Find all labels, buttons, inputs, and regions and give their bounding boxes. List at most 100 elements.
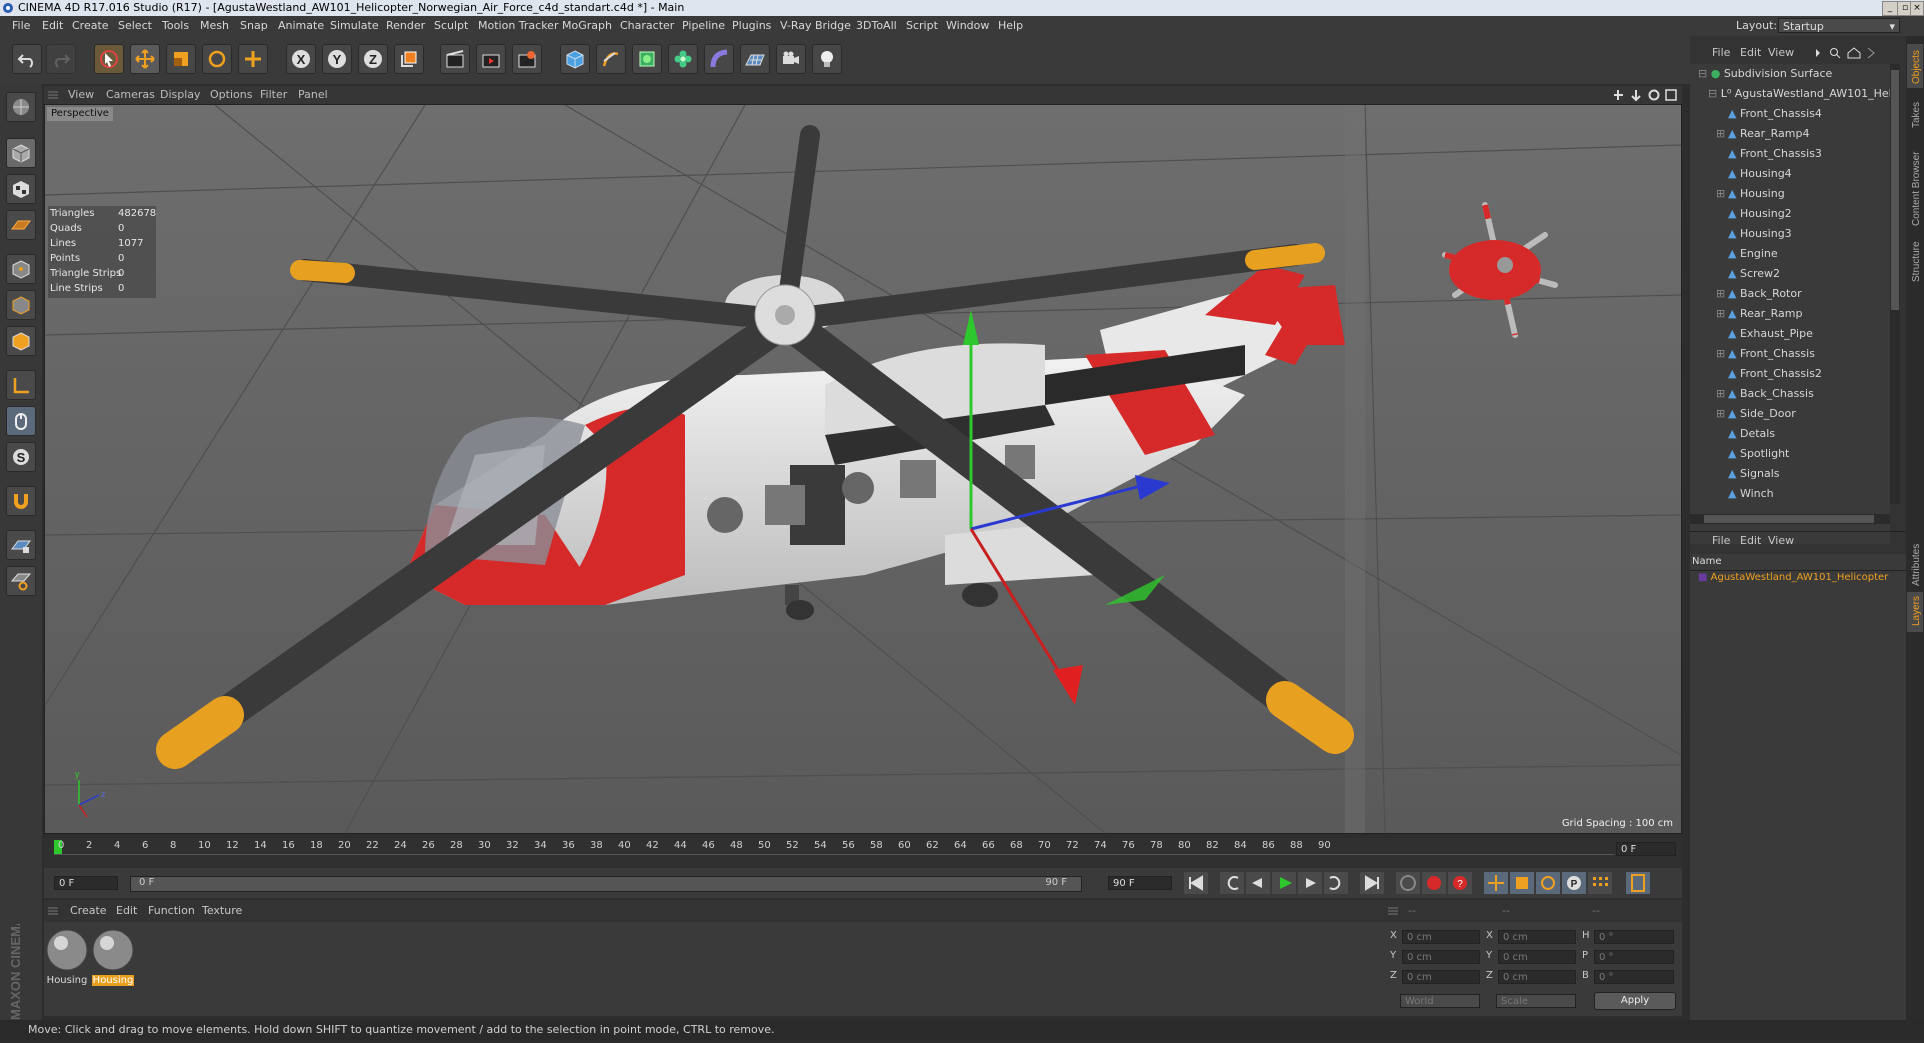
coordinate-mode-dropdown[interactable]: World [1400, 994, 1480, 1008]
tree-item-helicopter-group[interactable]: ⊟ L⁰ AgustaWestland_AW101_Helico [1708, 84, 1890, 104]
polygons-mode-button[interactable] [6, 326, 36, 356]
tree-item[interactable]: ⊞ ▲ Housing [1716, 184, 1890, 204]
expand-icon[interactable]: ⊞ [1716, 384, 1728, 404]
menu-sculpt[interactable]: Sculpt [434, 16, 468, 36]
redo-button[interactable] [46, 44, 76, 74]
om-menu-edit[interactable]: Edit [1740, 44, 1761, 62]
viewport-nav-icons[interactable] [1614, 88, 1678, 102]
minimize-button[interactable]: _ [1882, 1, 1898, 16]
current-frame-field[interactable]: 0 F [1616, 842, 1676, 856]
position-x-field[interactable]: 0 cm [1402, 930, 1480, 944]
tree-item[interactable]: ▲ Spotlight [1716, 444, 1890, 464]
tab-takes[interactable]: Takes [1911, 102, 1922, 128]
tab-objects[interactable]: Objects [1911, 50, 1922, 84]
menu-script[interactable]: Script [906, 16, 938, 36]
add-mograph-button[interactable] [668, 44, 698, 74]
lock-workplane-button[interactable] [6, 530, 36, 560]
menu-select[interactable]: Select [118, 16, 152, 36]
undo-button[interactable] [12, 44, 42, 74]
menu-motion-tracker[interactable]: Motion Tracker [478, 16, 558, 36]
menu-plugins[interactable]: Plugins [732, 16, 771, 36]
add-deformer-button[interactable] [704, 44, 734, 74]
scale-tool-button[interactable] [166, 44, 196, 74]
mm-menu-texture[interactable]: Texture [202, 904, 242, 917]
recent-tool-button[interactable] [238, 44, 268, 74]
menu-simulate[interactable]: Simulate [330, 16, 379, 36]
tree-item-subdivision-surface[interactable]: ⊟ ● Subdivision Surface [1698, 64, 1890, 84]
move-tool-button[interactable] [130, 44, 160, 74]
frame-range-slider[interactable]: 0 F 90 F [130, 876, 1082, 892]
om-horizontal-scrollbar[interactable] [1690, 514, 1890, 524]
timeline[interactable]: 0 2 4 6 8 10 12 14 16 18 20 22 24 26 28 30 32 34 36 38 40 42 4… [44, 838, 1682, 868]
end-frame-field[interactable]: 90 F [1108, 876, 1172, 890]
workplane-mode-button[interactable] [6, 210, 36, 240]
tree-item[interactable]: ▲ Housing3 [1716, 224, 1890, 244]
tree-item[interactable]: ⊞ ▲ Back_Rotor [1716, 284, 1890, 304]
rotation-h-field[interactable]: 0 ° [1594, 930, 1674, 944]
menu-animate[interactable]: Animate [278, 16, 324, 36]
tree-item[interactable]: ▲ Housing2 [1716, 204, 1890, 224]
x-axis-button[interactable]: X [286, 44, 316, 74]
tree-item[interactable]: ▲ Housing4 [1716, 164, 1890, 184]
layout-dropdown[interactable]: Startup ▾ [1778, 18, 1900, 33]
add-light-button[interactable] [812, 44, 842, 74]
menu-window[interactable]: Window [946, 16, 989, 36]
tree-item[interactable]: ▲ Engine [1716, 244, 1890, 264]
menu-mograph[interactable]: MoGraph [562, 16, 612, 36]
tweak-mode-button[interactable] [6, 406, 36, 436]
object-tree[interactable]: ⊟ ● Subdivision Surface ⊟ L⁰ AgustaWestl… [1690, 64, 1890, 544]
add-generator-button[interactable] [632, 44, 662, 74]
tree-item[interactable]: ▲ Front_Chassis3 [1716, 144, 1890, 164]
render-settings-button[interactable] [512, 44, 542, 74]
size-mode-dropdown[interactable]: Scale [1496, 994, 1576, 1008]
points-mode-button[interactable] [6, 254, 36, 284]
layer-row[interactable]: ■ AgustaWestland_AW101_Helicopter [1698, 572, 1888, 583]
tree-item[interactable]: ▲ Front_Chassis2 [1716, 364, 1890, 384]
menu-file[interactable]: File [12, 16, 30, 36]
om-menu-view[interactable]: View [1768, 44, 1794, 62]
tree-item[interactable]: ▲ Signals [1716, 464, 1890, 484]
tree-item[interactable]: ⊞ ▲ Back_Chassis [1716, 384, 1890, 404]
live-selection-button[interactable] [94, 44, 124, 74]
close-button[interactable]: × [1910, 1, 1924, 16]
tree-item[interactable]: ⊞ ▲ Rear_Ramp4 [1716, 124, 1890, 144]
rotate-tool-button[interactable] [202, 44, 232, 74]
tree-item[interactable]: ▲ Winch [1716, 484, 1890, 504]
lm-menu-file[interactable]: File [1712, 532, 1730, 550]
tab-attributes[interactable]: Attributes [1911, 544, 1922, 586]
menu-tools[interactable]: Tools [162, 16, 189, 36]
tab-layers[interactable]: Layers [1911, 596, 1922, 626]
tree-item[interactable]: ⊞ ▲ Front_Chassis [1716, 344, 1890, 364]
rotation-p-field[interactable]: 0 ° [1594, 950, 1674, 964]
edges-mode-button[interactable] [6, 290, 36, 320]
tree-item[interactable]: ▲ Screw2 [1716, 264, 1890, 284]
tree-item[interactable]: ▲ Detals [1716, 424, 1890, 444]
viewport-menu-display[interactable]: Display [160, 86, 201, 104]
expand-icon[interactable]: ⊞ [1716, 284, 1728, 304]
viewport-menu-filter[interactable]: Filter [260, 86, 287, 104]
start-frame-field[interactable]: 0 F [54, 876, 118, 890]
viewport-menu-view[interactable]: View [68, 86, 94, 104]
tree-item[interactable]: ▲ Front_Chassis4 [1716, 104, 1890, 124]
enable-snap-button[interactable] [6, 486, 36, 516]
position-y-field[interactable]: 0 cm [1402, 950, 1480, 964]
menu-create[interactable]: Create [72, 16, 109, 36]
om-toolbar-icons[interactable] [1814, 47, 1904, 59]
lm-menu-view[interactable]: View [1768, 532, 1794, 550]
3d-viewport[interactable]: y z Perspective Grid Spacing : 100 cm [44, 104, 1682, 834]
size-x-field[interactable]: 0 cm [1498, 930, 1576, 944]
menu-character[interactable]: Character [620, 16, 674, 36]
expand-icon[interactable]: ⊞ [1716, 404, 1728, 424]
lm-menu-edit[interactable]: Edit [1740, 532, 1761, 550]
mm-menu-function[interactable]: Function [148, 904, 195, 917]
playback-controls[interactable]: ? P [1184, 872, 1674, 894]
add-floor-button[interactable] [740, 44, 770, 74]
size-y-field[interactable]: 0 cm [1498, 950, 1576, 964]
om-menu-file[interactable]: File [1712, 44, 1730, 62]
rotation-b-field[interactable]: 0 ° [1594, 970, 1674, 984]
model-mode-button[interactable] [6, 138, 36, 168]
material-swatch[interactable]: Housing [46, 928, 88, 988]
menu-vray-bridge[interactable]: V-Ray Bridge [780, 16, 851, 36]
layer-list[interactable]: Name ■ AgustaWestland_AW101_Helicopter [1690, 554, 1906, 1034]
menu-mesh[interactable]: Mesh [200, 16, 229, 36]
